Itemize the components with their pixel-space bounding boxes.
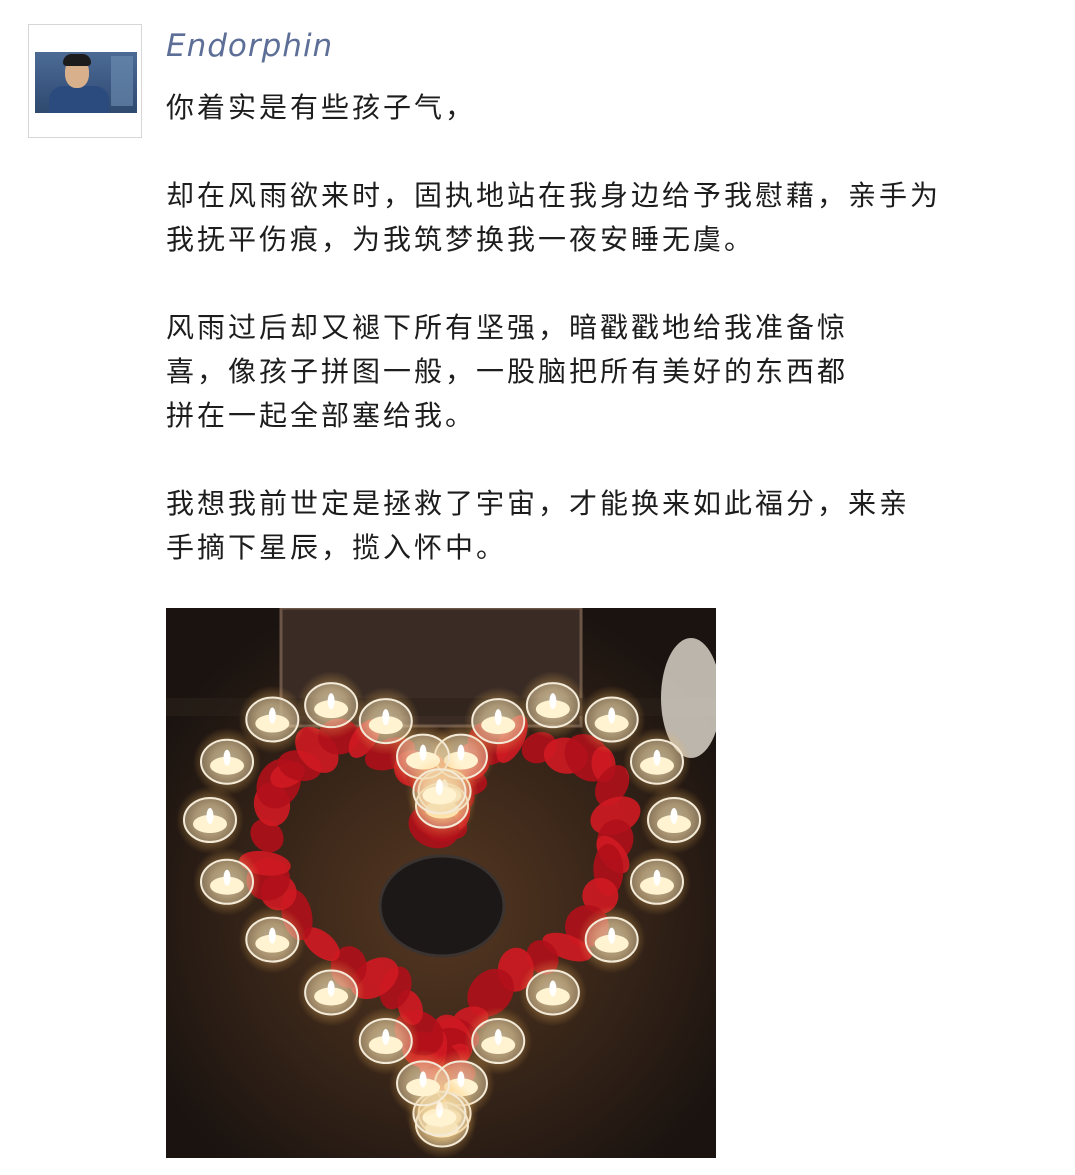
candle [193,847,262,916]
post-paragraph-1: 你着实是有些孩子气， [166,91,477,124]
post-paragraph-3: 风雨过后却又褪下所有坚强，暗戳戳地给我准备惊 喜，像孩子拼图一般，一股脑把所有美… [166,311,849,432]
candle [405,757,474,826]
post-body: 你着实是有些孩子气， 却在风雨欲来时，固执地站在我身边给予我慰藉，亲手为 我抚平… [166,86,1026,614]
avatar[interactable] [35,52,137,113]
candle [518,671,587,740]
candle [622,847,691,916]
avatar-frame[interactable] [28,24,142,138]
candle-heart-image [166,608,716,1158]
candle [238,685,307,754]
center-box [378,854,506,958]
candle [176,786,244,854]
avatar-body [49,86,109,113]
candle [238,905,307,974]
post-paragraph-2: 却在风雨欲来时，固执地站在我身边给予我慰藉，亲手为 我抚平伤痕，为我筑梦换我一夜… [166,179,942,256]
candle [351,1007,420,1076]
candle [577,905,646,974]
candle [297,958,366,1027]
author-name[interactable]: Endorphin [166,28,333,64]
candle [518,958,587,1027]
post-paragraph-4: 我想我前世定是拯救了宇宙，才能换来如此福分，来亲 手摘下星辰，揽入怀中。 [166,487,911,564]
post-photo[interactable] [166,608,716,1158]
candle [622,727,691,796]
avatar-background [111,56,133,106]
candle [640,786,708,854]
avatar-hair [63,54,91,66]
